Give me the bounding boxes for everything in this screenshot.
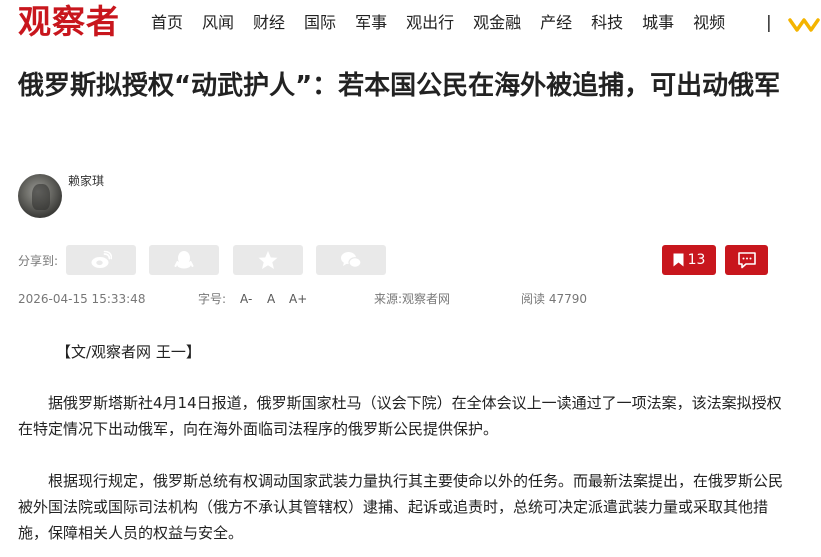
article-paragraph: 根据现行规定，俄罗斯总统有权调动国家武装力量执行其主要使命以外的任务。而最新法案…: [18, 472, 784, 542]
nav-item-home[interactable]: 首页: [151, 12, 183, 34]
wechat-icon: [341, 252, 362, 268]
font-size-normal-button[interactable]: A: [267, 291, 275, 307]
nav-item-guanjinrong[interactable]: 观金融: [473, 12, 521, 34]
weibo-icon: [91, 250, 112, 268]
font-size-small-button[interactable]: A-: [240, 291, 252, 307]
nav-item-city[interactable]: 城事: [642, 12, 674, 34]
nav-item-international[interactable]: 国际: [304, 12, 336, 34]
comment-button[interactable]: [725, 245, 768, 275]
author-name[interactable]: 赖家琪: [68, 172, 104, 189]
article-paragraph: 据俄罗斯塔斯社4月14日报道，俄罗斯国家杜马（议会下院）在全体会议上一读通过了一…: [18, 394, 782, 438]
read-count: 阅读 47790: [521, 292, 587, 306]
article-byline: 【文/观察者网 王一】: [56, 343, 201, 361]
article-source: 来源:观察者网: [374, 292, 451, 306]
publish-datetime: 2026-04-15 15:33:48: [18, 292, 146, 306]
top-navigation-bar: 观察者 首页 风闻 财经 国际 军事 观出行 观金融 产经 科技 城事 视频 |: [0, 0, 821, 48]
font-size-label: 字号:: [198, 292, 227, 306]
nav-item-tech[interactable]: 科技: [591, 12, 623, 34]
nav-item-finance[interactable]: 财经: [253, 12, 285, 34]
qzone-star-icon: [258, 251, 278, 269]
comment-icon: [737, 252, 756, 269]
nav-item-fengwen[interactable]: 风闻: [202, 12, 234, 34]
share-wechat-button[interactable]: [316, 245, 386, 275]
bookmark-count: 13: [687, 252, 706, 268]
share-weibo-button[interactable]: [66, 245, 136, 275]
share-label: 分享到:: [18, 254, 59, 268]
qq-icon: [174, 251, 194, 269]
nav-item-video[interactable]: 视频: [693, 12, 725, 34]
vip-crown-icon[interactable]: [788, 15, 821, 33]
nav-item-industry[interactable]: 产经: [540, 12, 572, 34]
share-qzone-button[interactable]: [233, 245, 303, 275]
main-nav: 首页 风闻 财经 国际 军事 观出行 观金融 产经 科技 城事 视频: [151, 12, 744, 34]
nav-item-military[interactable]: 军事: [355, 12, 387, 34]
author-avatar[interactable]: [18, 174, 62, 218]
article-title: 俄罗斯拟授权“动武护人”：若本国公民在海外被追捕，可出动俄军: [18, 71, 781, 101]
bookmark-icon: [673, 253, 684, 267]
font-size-large-button[interactable]: A+: [289, 291, 307, 307]
share-qq-button[interactable]: [149, 245, 219, 275]
nav-separator: |: [766, 13, 772, 33]
bookmark-button[interactable]: 13: [662, 245, 716, 275]
site-logo[interactable]: 观察者: [18, 3, 120, 41]
nav-item-mobility[interactable]: 观出行: [406, 12, 454, 34]
